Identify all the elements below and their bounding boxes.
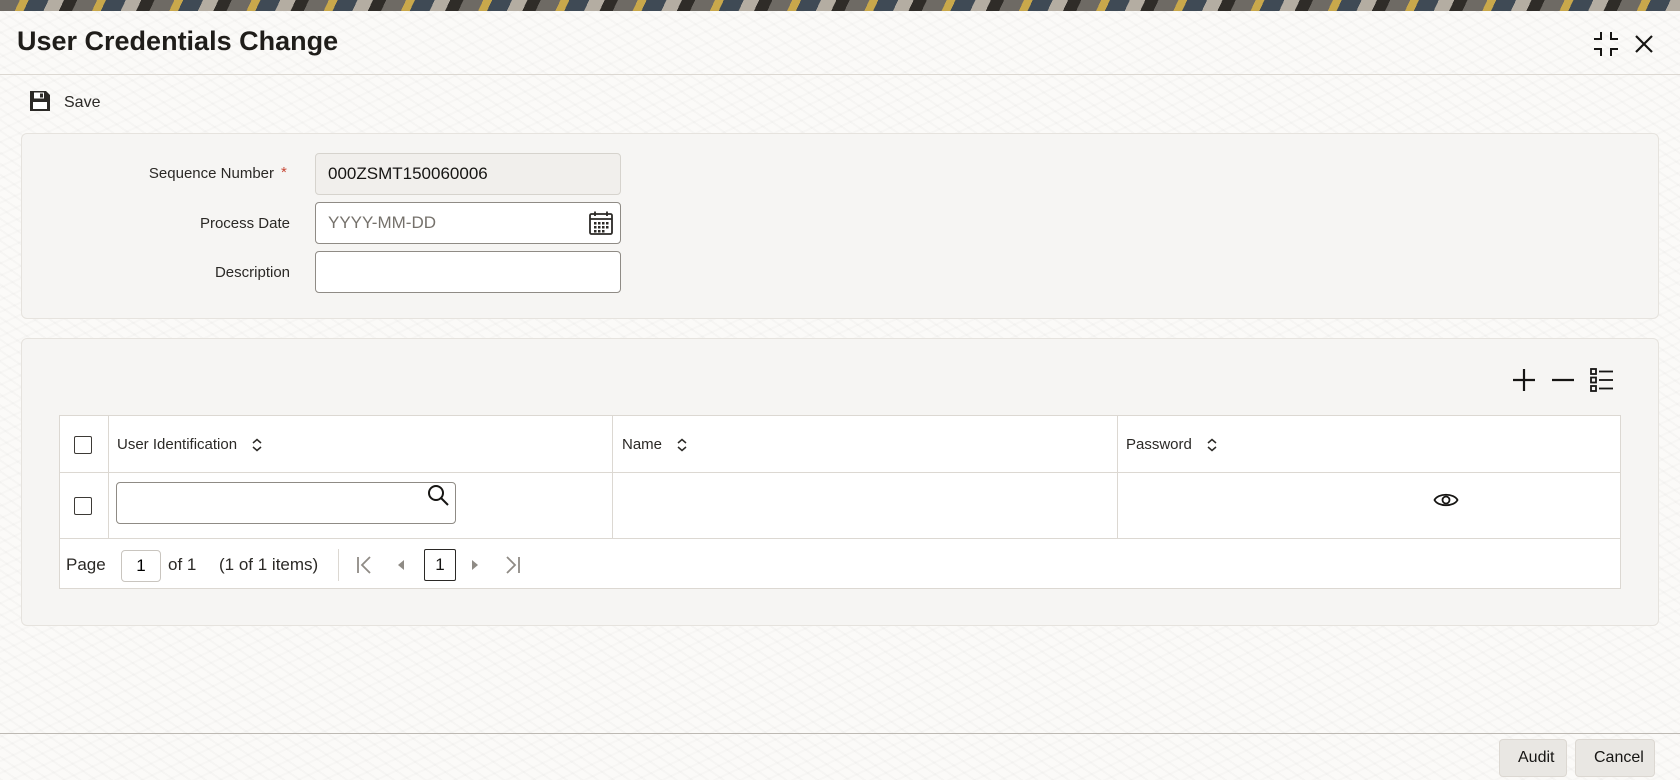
- list-view-icon[interactable]: [1588, 366, 1616, 394]
- cancel-button[interactable]: Cancel: [1575, 739, 1655, 777]
- required-marker: *: [281, 164, 287, 181]
- header-decorative-strip: [0, 0, 1680, 11]
- page-number-input[interactable]: [121, 550, 161, 582]
- sequence-number-label: Sequence Number: [148, 165, 274, 182]
- sort-icon: [677, 438, 687, 451]
- column-label: User Identification: [117, 436, 238, 453]
- description-field[interactable]: [315, 251, 621, 293]
- page-count-label: of 1: [168, 555, 197, 574]
- save-label: Save: [64, 94, 101, 111]
- audit-button[interactable]: Audit: [1499, 739, 1567, 777]
- eye-icon[interactable]: [1433, 490, 1459, 510]
- table-row: [60, 473, 1620, 539]
- pagination-bar: Page of 1 (1 of 1 items) 1: [60, 539, 1620, 589]
- minimize-icon[interactable]: [1592, 30, 1620, 58]
- last-page-icon[interactable]: [501, 554, 523, 576]
- process-date-label: Process Date: [199, 215, 290, 232]
- column-header-name[interactable]: Name: [622, 436, 688, 453]
- column-header-user-identification[interactable]: User Identification: [117, 436, 263, 453]
- close-icon[interactable]: [1630, 30, 1658, 58]
- table-header-row: User Identification Name Password: [60, 416, 1620, 473]
- pagination-divider: [338, 549, 339, 581]
- page-label: Page: [66, 555, 106, 574]
- user-identification-input[interactable]: [116, 482, 456, 524]
- minus-icon[interactable]: [1549, 366, 1577, 394]
- footer-divider: [0, 733, 1680, 734]
- save-button[interactable]: Save: [28, 90, 100, 116]
- sort-icon: [252, 438, 262, 451]
- sequence-number-field: 000ZSMT150060006: [315, 153, 621, 195]
- column-divider: [612, 416, 613, 539]
- process-date-field[interactable]: [315, 202, 621, 244]
- previous-page-icon[interactable]: [390, 554, 412, 576]
- next-page-icon[interactable]: [464, 554, 486, 576]
- select-all-checkbox[interactable]: [74, 436, 92, 454]
- calendar-icon[interactable]: [588, 210, 614, 236]
- column-divider: [108, 416, 109, 539]
- items-count-label: (1 of 1 items): [219, 555, 319, 574]
- page-title: User Credentials Change: [17, 26, 339, 56]
- description-label: Description: [214, 264, 290, 281]
- column-header-password[interactable]: Password: [1126, 436, 1218, 453]
- sort-icon: [1207, 438, 1217, 451]
- save-icon: [28, 89, 52, 118]
- plus-icon[interactable]: [1510, 366, 1538, 394]
- search-icon[interactable]: [426, 483, 450, 507]
- row-checkbox[interactable]: [74, 497, 92, 515]
- credentials-table: User Identification Name Password Page o…: [59, 415, 1621, 589]
- column-divider: [1117, 416, 1118, 539]
- title-divider: [0, 74, 1680, 75]
- column-label: Password: [1126, 436, 1192, 453]
- first-page-icon[interactable]: [354, 554, 376, 576]
- page-button-current[interactable]: 1: [424, 549, 456, 581]
- column-label: Name: [622, 436, 663, 453]
